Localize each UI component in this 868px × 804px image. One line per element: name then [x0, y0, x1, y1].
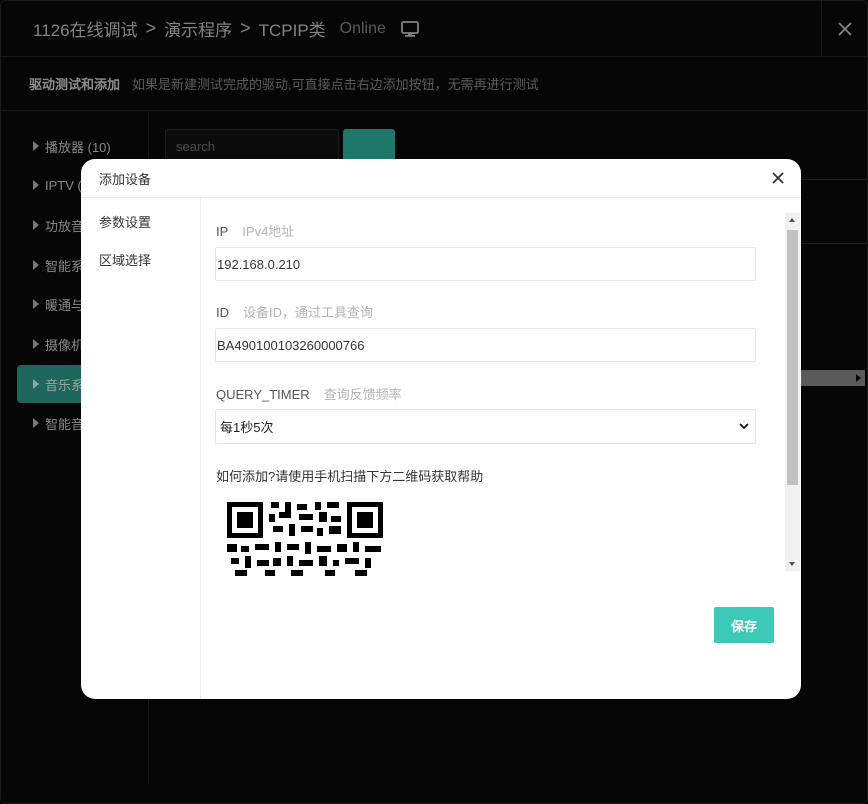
dialog-title: 添加设备	[99, 171, 152, 187]
query-timer-label: QUERY_TIMER 查询反馈频率	[216, 387, 402, 402]
id-hint: 设备ID，通过工具查询	[243, 305, 374, 320]
nav-item-area-select[interactable]: 区域选择	[99, 250, 151, 269]
qr-code	[227, 502, 383, 576]
close-icon	[772, 172, 784, 184]
ip-input[interactable]: 192.168.0.210	[215, 247, 756, 281]
query-timer-hint: 查询反馈频率	[323, 387, 402, 402]
parameter-form: IP IPv4地址 192.168.0.210 ID 设备ID，通过工具查询 BA4…	[201, 198, 801, 578]
ip-label: IP IPv4地址	[216, 224, 295, 239]
id-input[interactable]: BA490100103260000766	[215, 328, 756, 362]
chevron-down-icon	[739, 423, 749, 430]
save-button[interactable]: 保存	[714, 607, 774, 643]
id-label: ID 设备ID，通过工具查询	[216, 305, 374, 320]
scroll-down-arrow-icon[interactable]	[789, 562, 795, 566]
dialog-vertical-scrollbar[interactable]	[785, 213, 800, 571]
scroll-up-arrow-icon[interactable]	[789, 218, 795, 222]
query-timer-select[interactable]: 每1秒5次	[215, 409, 756, 444]
nav-item-parameters[interactable]: 参数设置	[99, 212, 151, 231]
help-text: 如何添加?请使用手机扫描下方二维码获取帮助	[216, 469, 484, 484]
ip-hint: IPv4地址	[242, 224, 295, 239]
add-device-dialog: 添加设备 参数设置 区域选择 IP IPv4地址 192.168.0.210 ID…	[81, 159, 801, 699]
scrollbar-thumb[interactable]	[787, 230, 798, 485]
query-timer-value: 每1秒5次	[220, 420, 274, 435]
dialog-header: 添加设备	[81, 159, 801, 198]
dialog-close-button[interactable]	[769, 169, 787, 187]
dialog-nav: 参数设置 区域选择	[81, 198, 201, 699]
